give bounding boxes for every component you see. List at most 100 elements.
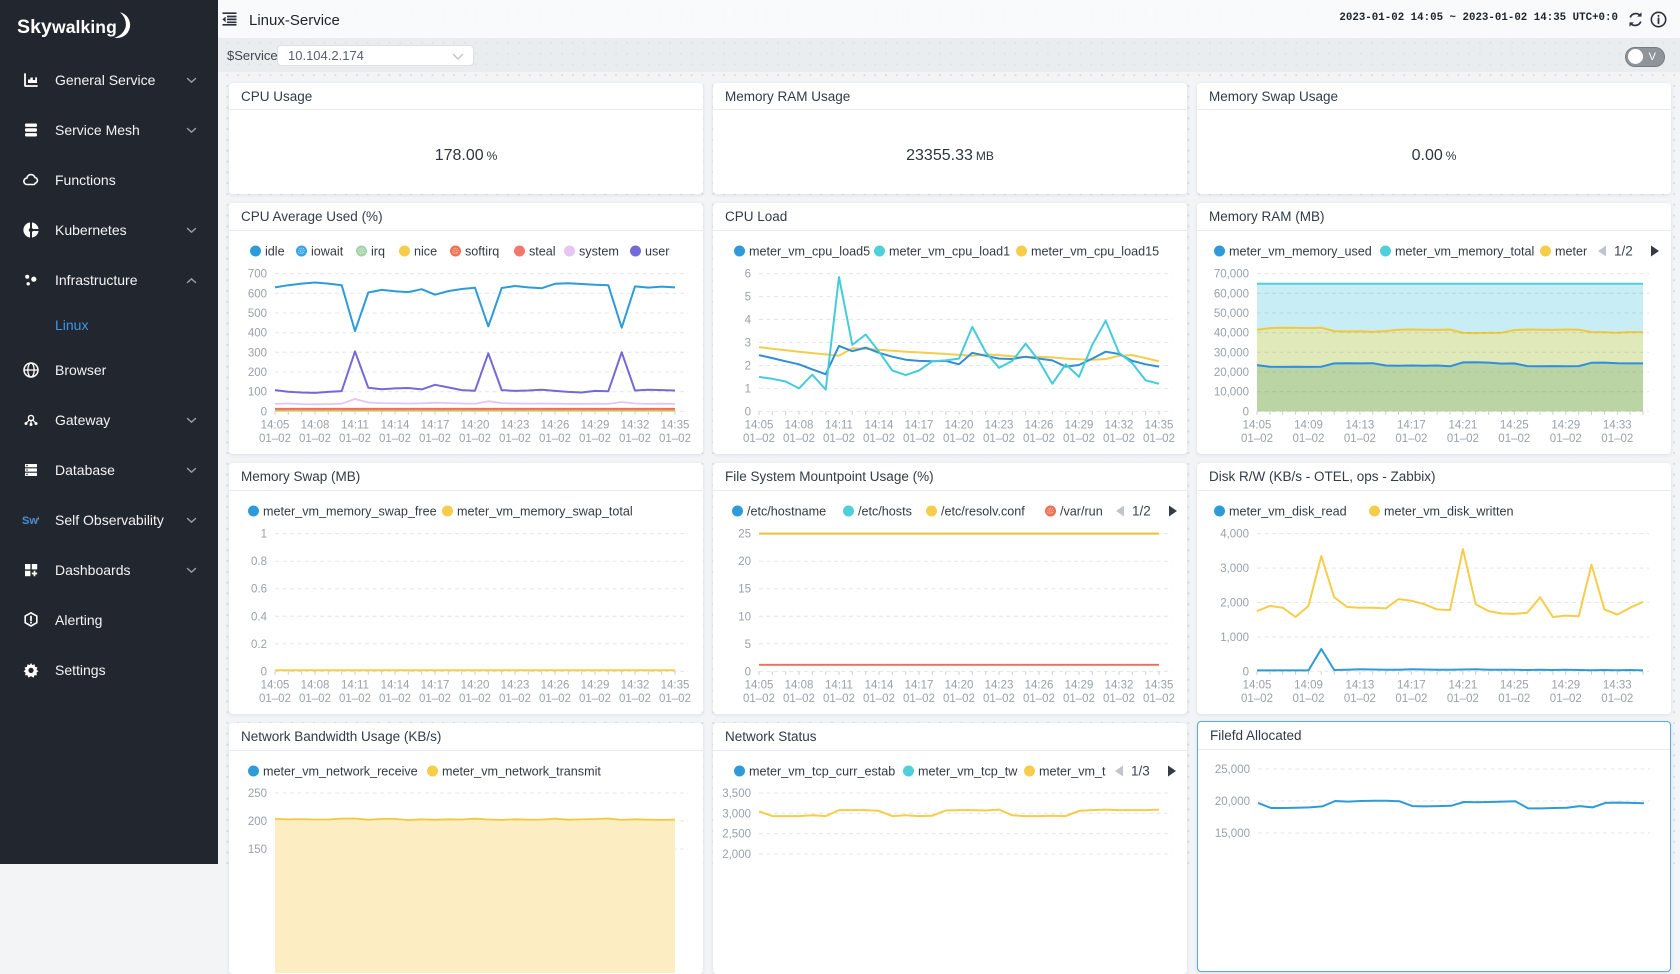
svg-text:01–02: 01–02 — [783, 693, 815, 705]
svg-text:14:11: 14:11 — [341, 420, 369, 432]
svg-text:2: 2 — [745, 361, 751, 373]
svg-text:14:35: 14:35 — [1145, 680, 1174, 692]
svg-text:14:21: 14:21 — [1449, 680, 1478, 692]
svg-text:01–02: 01–02 — [499, 433, 531, 445]
svg-text:14:11: 14:11 — [341, 680, 369, 692]
svg-text:meter_vm_memory_swap_total: meter_vm_memory_swap_total — [457, 505, 633, 519]
svg-text:5: 5 — [745, 292, 751, 304]
svg-text:01–02: 01–02 — [863, 433, 895, 445]
svg-text:01–02: 01–02 — [1241, 693, 1273, 705]
svg-text:01–02: 01–02 — [1143, 433, 1175, 445]
svg-text:14:26: 14:26 — [1025, 420, 1054, 432]
svg-text:/etc/hosts: /etc/hosts — [858, 505, 912, 519]
svg-text:60,000: 60,000 — [1214, 288, 1249, 300]
svg-text:01–02: 01–02 — [1344, 433, 1376, 445]
svg-text:40,000: 40,000 — [1214, 328, 1249, 340]
svg-text:01–02: 01–02 — [1601, 433, 1633, 445]
svg-text:10: 10 — [738, 611, 751, 623]
svg-text:14:20: 14:20 — [945, 680, 974, 692]
svg-text:01–02: 01–02 — [1293, 433, 1325, 445]
svg-text:01–02: 01–02 — [299, 693, 331, 705]
svg-text:meter_vm_network_transmit: meter_vm_network_transmit — [442, 765, 601, 779]
svg-text:0: 0 — [261, 666, 267, 678]
svg-text:01–02: 01–02 — [379, 693, 411, 705]
svg-text:14:33: 14:33 — [1603, 680, 1632, 692]
svg-text:01–02: 01–02 — [1063, 693, 1095, 705]
svg-text:01–02: 01–02 — [903, 433, 935, 445]
svg-text:14:05: 14:05 — [261, 420, 290, 432]
svg-text:idle: idle — [265, 245, 285, 259]
svg-text:01–02: 01–02 — [499, 693, 531, 705]
svg-text:system: system — [579, 245, 619, 259]
svg-text:14:25: 14:25 — [1500, 420, 1529, 432]
svg-text:14:08: 14:08 — [301, 420, 330, 432]
svg-text:14:13: 14:13 — [1346, 420, 1375, 432]
svg-text:50,000: 50,000 — [1214, 308, 1249, 320]
svg-text:14:35: 14:35 — [661, 680, 690, 692]
svg-text:01–02: 01–02 — [259, 693, 291, 705]
svg-text:14:14: 14:14 — [865, 420, 894, 432]
svg-text:14:32: 14:32 — [621, 680, 650, 692]
svg-text:01–02: 01–02 — [783, 433, 815, 445]
svg-text:01–02: 01–02 — [419, 433, 451, 445]
svg-text:14:29: 14:29 — [1551, 680, 1580, 692]
svg-text:14:17: 14:17 — [905, 680, 934, 692]
svg-text:14:11: 14:11 — [825, 420, 853, 432]
svg-text:700: 700 — [248, 269, 267, 281]
svg-text:14:05: 14:05 — [1243, 420, 1272, 432]
svg-text:400: 400 — [248, 328, 267, 340]
svg-text:14:20: 14:20 — [945, 420, 974, 432]
svg-text:14:35: 14:35 — [1145, 420, 1174, 432]
svg-text:10,000: 10,000 — [1214, 387, 1249, 399]
svg-text:30,000: 30,000 — [1214, 347, 1249, 359]
svg-text:0: 0 — [745, 406, 751, 418]
svg-text:14:35: 14:35 — [661, 420, 690, 432]
svg-text:14:17: 14:17 — [421, 420, 450, 432]
svg-text:01–02: 01–02 — [823, 433, 855, 445]
svg-text:5: 5 — [745, 639, 751, 651]
svg-text:user: user — [645, 245, 670, 259]
svg-text:14:33: 14:33 — [1603, 420, 1632, 432]
svg-text:14:17: 14:17 — [1397, 420, 1426, 432]
svg-text:01–02: 01–02 — [823, 693, 855, 705]
svg-text:01–02: 01–02 — [863, 693, 895, 705]
svg-text:14:26: 14:26 — [1025, 680, 1054, 692]
svg-text:/etc/resolv.conf: /etc/resolv.conf — [941, 505, 1025, 519]
svg-text:steal: steal — [529, 245, 556, 259]
svg-text:1: 1 — [745, 383, 751, 395]
svg-text:15,000: 15,000 — [1215, 828, 1250, 840]
svg-text:4,000: 4,000 — [1220, 529, 1249, 541]
svg-text:300: 300 — [248, 347, 267, 359]
svg-text:0: 0 — [261, 406, 267, 418]
svg-text:01–02: 01–02 — [1103, 433, 1135, 445]
svg-text:2,000: 2,000 — [1220, 598, 1249, 610]
svg-text:01–02: 01–02 — [1103, 693, 1135, 705]
svg-text:150: 150 — [248, 844, 267, 856]
svg-text:14:20: 14:20 — [461, 420, 490, 432]
svg-text:3: 3 — [745, 338, 751, 350]
svg-text:14:21: 14:21 — [1449, 420, 1478, 432]
svg-text:14:11: 14:11 — [825, 680, 853, 692]
svg-text:250: 250 — [248, 788, 267, 800]
svg-text:0.2: 0.2 — [251, 639, 267, 651]
svg-text:2,500: 2,500 — [722, 829, 751, 841]
svg-text:14:32: 14:32 — [1105, 420, 1134, 432]
svg-text:01–02: 01–02 — [1550, 433, 1582, 445]
svg-text:14:29: 14:29 — [581, 680, 610, 692]
svg-text:01–02: 01–02 — [619, 433, 651, 445]
svg-text:14:23: 14:23 — [501, 680, 530, 692]
svg-text:01–02: 01–02 — [539, 693, 571, 705]
svg-text:01–02: 01–02 — [1395, 693, 1427, 705]
svg-text:meter_vm_cpu_load1: meter_vm_cpu_load1 — [889, 245, 1010, 259]
svg-text:14:08: 14:08 — [785, 680, 814, 692]
svg-text:01–02: 01–02 — [259, 433, 291, 445]
svg-text:meter_vm_cpu_load5: meter_vm_cpu_load5 — [749, 245, 870, 259]
svg-text:3,000: 3,000 — [722, 808, 751, 820]
svg-text:01–02: 01–02 — [1498, 693, 1530, 705]
svg-text:14:17: 14:17 — [421, 680, 450, 692]
svg-text:/var/run: /var/run — [1060, 505, 1103, 519]
svg-text:0.4: 0.4 — [251, 611, 268, 623]
svg-text:200: 200 — [248, 367, 267, 379]
svg-text:meter: meter — [1555, 245, 1587, 259]
svg-text:01–02: 01–02 — [659, 693, 691, 705]
